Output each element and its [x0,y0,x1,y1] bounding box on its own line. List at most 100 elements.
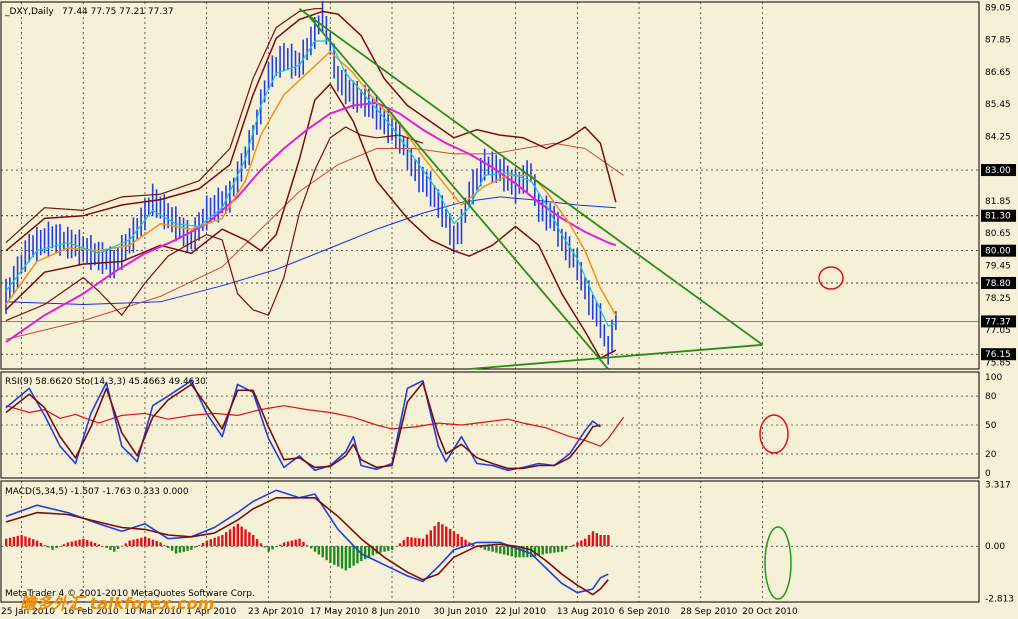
macd-histogram-bar [495,546,498,553]
macd-histogram-bar [86,540,89,547]
macd-histogram-bar [136,538,139,547]
macd-histogram-bar [228,529,232,547]
macd-histogram-bar [89,541,93,547]
macd-histogram-bar [232,526,236,547]
macd-histogram-bar [225,532,228,547]
macd-histogram-bar [190,546,193,550]
oscillator-tick-label: 50 [985,421,997,431]
macd-title: MACD(5,34,5) -1.507 -1.763 0.333 0.000 [5,487,189,497]
macd-histogram-bar [568,546,571,548]
macd-histogram-bar [255,539,259,547]
macd-histogram-bar [194,546,197,548]
macd-histogram-bar [379,546,382,553]
macd-histogram-bar [545,546,548,554]
macd-histogram-bar [580,540,583,547]
macd-histogram-bar [70,541,74,547]
macd-histogram-bar [201,542,205,547]
macd-histogram-bar [321,546,324,558]
macd-histogram-bar [483,546,487,550]
price-tick-label: 77.05 [985,326,1011,336]
macd-histogram-bar [340,546,344,569]
ohlc-label: 77.44 77.75 77.21 77.37 [62,7,174,17]
macd-histogram-bar [487,546,490,551]
macd-histogram-bar [113,546,116,552]
price-tick-label: 87.85 [985,36,1011,46]
price-tick-label: 79.45 [985,261,1011,271]
macd-histogram-bar [8,537,12,547]
macd-histogram-bar [167,546,170,549]
oscillator-tick-label: 100 [985,373,1002,383]
macd-histogram-bar [66,542,70,547]
macd-histogram-bar [391,546,394,550]
date-label: 8 Jun 2010 [372,607,421,617]
macd-histogram-bar [240,526,243,547]
macd-histogram-bar [556,546,560,553]
macd-histogram-bar [47,546,50,548]
macd-histogram-bar [560,546,564,552]
macd-histogram-bar [448,528,452,547]
price-tick-label: 85.45 [985,100,1011,110]
macd-tick-label: 0.00 [985,542,1005,552]
price-tick-label: 80.65 [985,229,1011,239]
macd-histogram-bar [591,531,595,547]
macd-histogram-bar [236,523,239,547]
macd-histogram-bar [78,539,81,547]
macd-histogram-bar [128,540,131,547]
macd-histogram-bar [59,546,62,547]
macd-histogram-bar [198,545,201,547]
macd-histogram-bar [383,546,386,552]
macd-histogram-bar [348,546,351,569]
macd-tick-label: -2.813 [985,595,1014,605]
macd-histogram-bar [62,544,66,547]
macd-histogram-bar [116,546,120,549]
macd-histogram-bar [147,538,151,547]
macd-histogram-bar [298,538,301,547]
price-tick-label: 78.25 [985,294,1011,304]
price-tick-label: 81.85 [985,197,1011,207]
macd-histogram-bar [309,546,313,549]
macd-histogram-bar [421,538,425,547]
macd-histogram-bar [252,534,255,547]
oscillator-tick-label: 80 [985,392,997,402]
macd-histogram-bar [410,537,413,547]
macd-histogram-bar [120,546,124,547]
macd-histogram-bar [502,546,506,555]
macd-histogram-bar [5,538,8,547]
macd-histogram-bar [572,544,575,547]
price-level-label: 80.00 [985,247,1011,257]
price-tick-label: 89.05 [985,3,1011,13]
macd-histogram-bar [259,543,263,547]
macd-histogram-bar [437,521,440,547]
macd-histogram-bar [248,532,251,547]
macd-histogram-bar [445,526,448,547]
macd-histogram-bar [414,537,417,547]
macd-histogram-bar [20,534,23,547]
macd-histogram-bar [279,544,282,547]
oscillator-tick-label: 0 [985,469,991,479]
macd-histogram-bar [74,540,77,547]
macd-histogram-bar [499,546,502,554]
macd-histogram-bar [43,545,46,547]
price-tick-label: 75.85 [985,358,1011,368]
macd-histogram-bar [329,546,332,563]
macd-histogram-bar [12,536,16,547]
macd-histogram-bar [294,539,297,547]
macd-histogram-bar [363,546,367,560]
macd-tick-label: 3.317 [985,480,1011,490]
macd-histogram-bar [163,545,166,547]
macd-histogram-bar [140,537,143,547]
macd-histogram-bar [28,537,31,547]
macd-histogram-bar [124,543,128,547]
macd-histogram-bar [155,541,158,547]
macd-histogram-bar [109,546,112,550]
date-label: 6 Sep 2010 [619,607,671,617]
date-label: 30 Jun 2010 [433,607,487,617]
macd-histogram-bar [217,536,220,547]
macd-histogram-bar [387,546,390,551]
macd-histogram-bar [429,530,432,547]
macd-histogram-bar [244,529,247,547]
macd-histogram-bar [317,546,321,555]
macd-histogram-bar [425,534,429,547]
macd-histogram-bar [398,543,402,547]
macd-histogram-bar [553,546,556,553]
